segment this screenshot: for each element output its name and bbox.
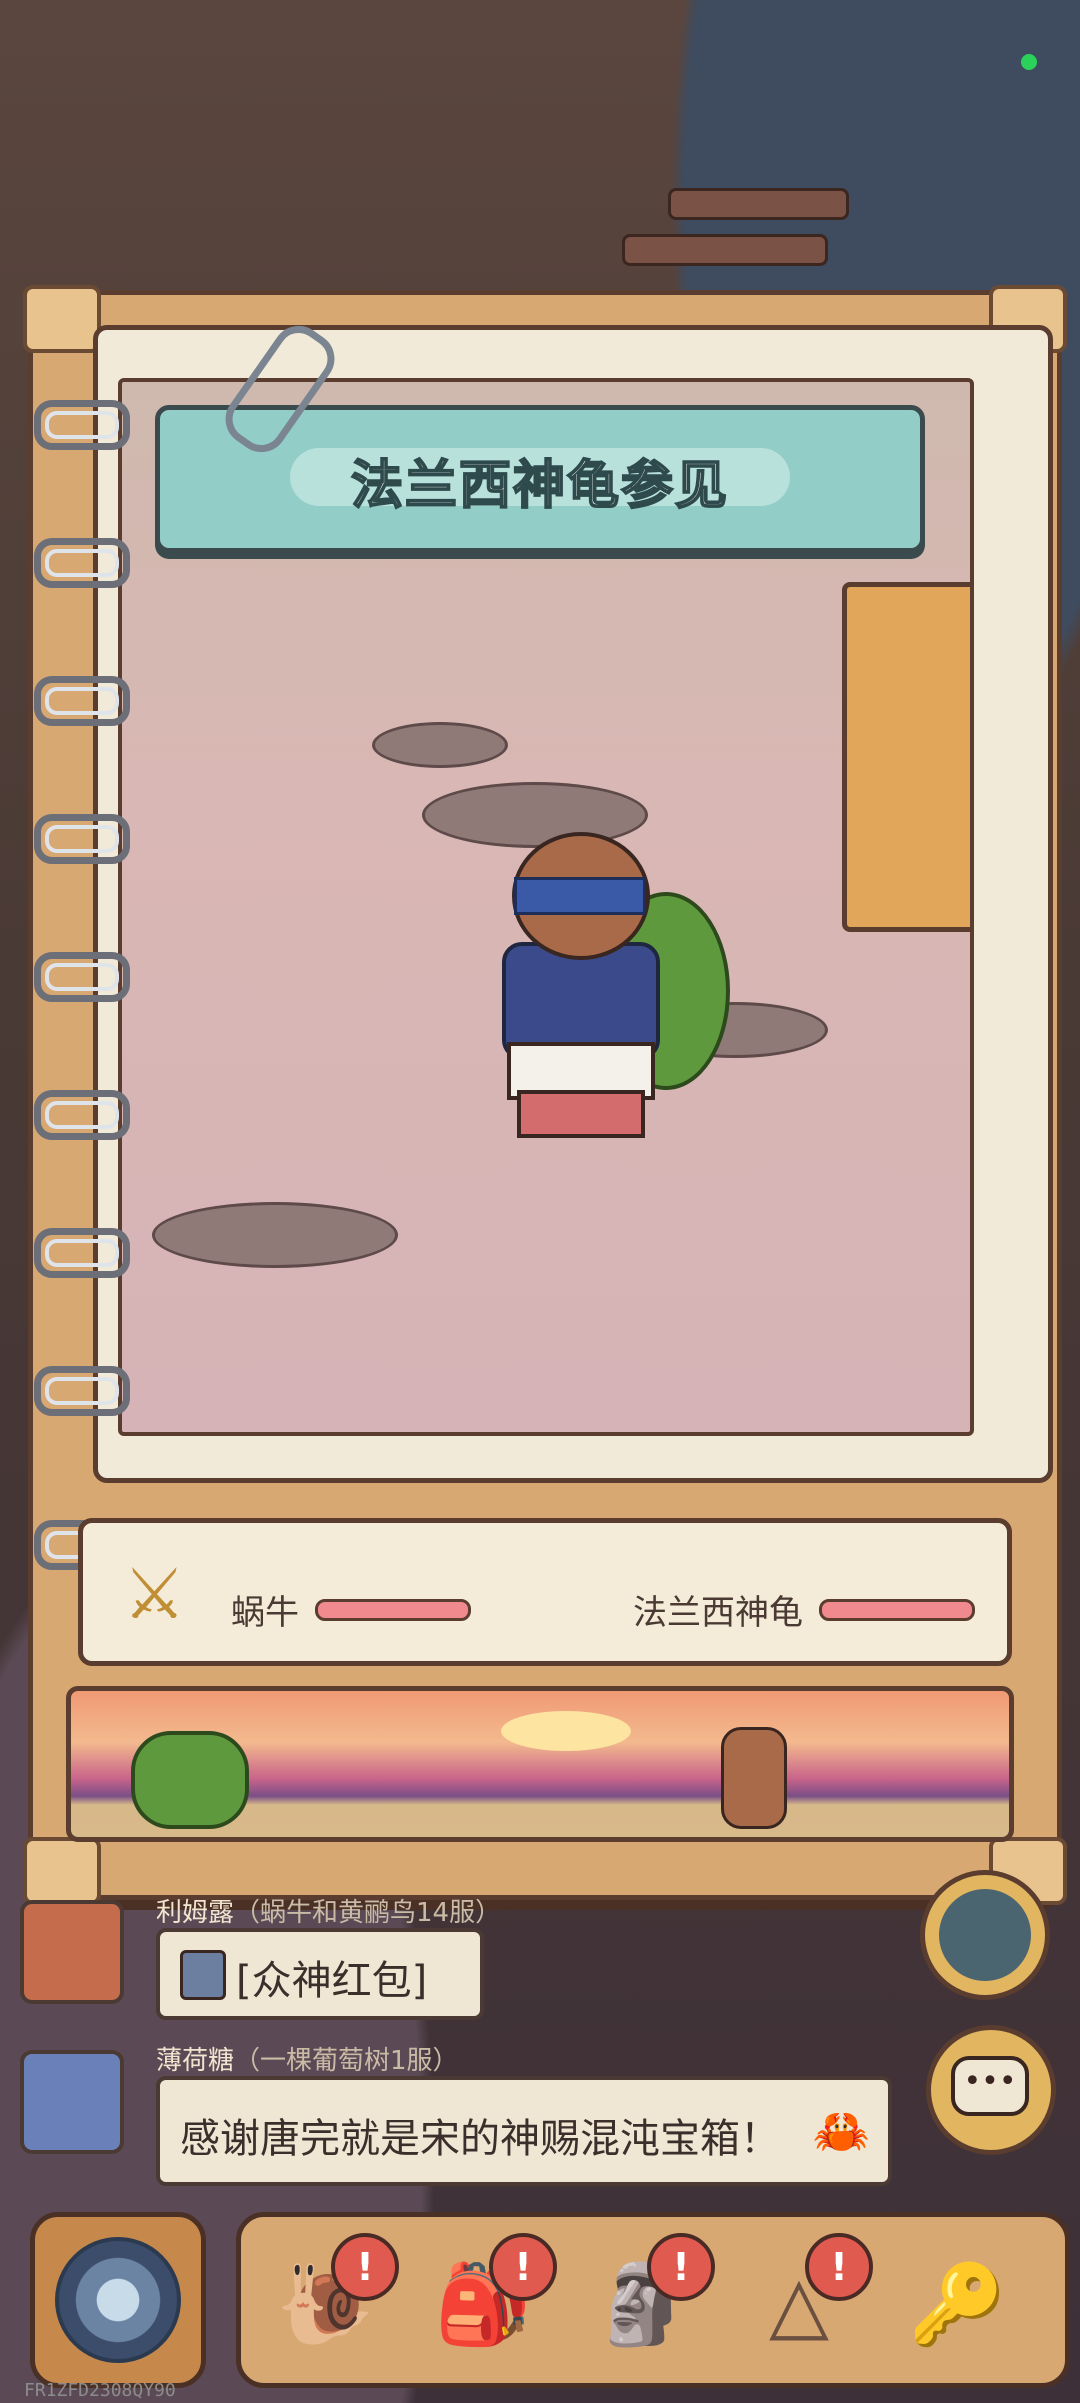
character-legs bbox=[517, 1090, 645, 1138]
binder-ring bbox=[34, 1090, 130, 1140]
device-id: FR1ZFD2308QY90 bbox=[24, 2380, 176, 2401]
french-turtle-character bbox=[452, 832, 730, 1138]
nav-tab-key-coin[interactable]: 🔑 bbox=[893, 2245, 1021, 2365]
vending-machine bbox=[842, 582, 970, 932]
notebook-corner bbox=[23, 285, 101, 353]
chat-sender-server: （一棵葡萄树1服） bbox=[234, 2046, 459, 2076]
binder-ring bbox=[34, 952, 130, 1002]
settings-round-icon bbox=[939, 1889, 1031, 1981]
battle-arena bbox=[66, 1686, 1014, 1842]
nav-tab-snail[interactable]: 🐌 ! bbox=[261, 2233, 399, 2365]
alert-badge: ! bbox=[647, 2233, 715, 2301]
chat-sender: 薄荷糖（一棵葡萄树1服） bbox=[156, 2040, 459, 2077]
chat-button[interactable]: ••• bbox=[926, 2025, 1056, 2155]
nav-tab-pyramid[interactable]: △ ! bbox=[735, 2233, 873, 2365]
crab-emoji-icon: 🦀 bbox=[812, 2104, 870, 2158]
left-hp-bar bbox=[315, 1599, 471, 1621]
alert-badge: ! bbox=[489, 2233, 557, 2301]
chat-message-text: [众神红包] bbox=[236, 1958, 428, 2004]
chat-sender-server: （蜗牛和黄鹂鸟14服） bbox=[234, 1898, 502, 1928]
binder-ring bbox=[34, 676, 130, 726]
wood-plank bbox=[622, 234, 828, 266]
nav-tab-backpack[interactable]: 🎒 ! bbox=[419, 2233, 557, 2365]
battle-status-bar: ⚔ 蜗牛 法兰西神龟 bbox=[78, 1518, 1012, 1666]
binder-ring bbox=[34, 1366, 130, 1416]
stone bbox=[372, 722, 508, 768]
bottom-nav-bar: 🐌 ! 🎒 ! 🗿 ! △ ! 🔑 bbox=[236, 2212, 1070, 2388]
key-coin-icon: 🔑 bbox=[908, 2259, 1006, 2350]
chat-message[interactable]: 感谢唐完就是宋的神赐混沌宝箱！ 🦀 bbox=[156, 2076, 892, 2186]
arena-sun bbox=[501, 1711, 631, 1751]
crossed-swords-icon: ⚔ bbox=[123, 1553, 186, 1635]
binder-ring bbox=[34, 538, 130, 588]
turtle-fighter bbox=[721, 1727, 787, 1829]
chat-sender: 利姆露（蜗牛和黄鹂鸟14服） bbox=[156, 1892, 501, 1929]
chat-message-text: 感谢唐完就是宋的神赐混沌宝箱！ bbox=[180, 2116, 780, 2162]
binder-ring bbox=[34, 1228, 130, 1278]
binder-ring bbox=[34, 400, 130, 450]
right-hp-bar bbox=[819, 1599, 975, 1621]
avatar[interactable] bbox=[20, 2050, 124, 2154]
alert-badge: ! bbox=[805, 2233, 873, 2301]
settings-round-button[interactable] bbox=[920, 1870, 1050, 2000]
stone bbox=[152, 1202, 398, 1268]
chat-sender-name: 利姆露 bbox=[156, 1898, 235, 1928]
alert-badge: ! bbox=[331, 2233, 399, 2301]
binder-ring bbox=[34, 814, 130, 864]
chat-sender-name: 薄荷糖 bbox=[156, 2046, 235, 2076]
character-mask bbox=[514, 877, 646, 915]
status-indicator bbox=[1021, 54, 1037, 70]
nav-tab-statue[interactable]: 🗿 ! bbox=[577, 2233, 715, 2365]
chat-bubble-icon: ••• bbox=[951, 2056, 1029, 2116]
wood-plank bbox=[668, 188, 849, 220]
red-packet-icon bbox=[180, 1950, 226, 2000]
avatar[interactable] bbox=[20, 1900, 124, 2004]
snail-fighter bbox=[131, 1731, 249, 1829]
home-portal-button[interactable] bbox=[30, 2212, 206, 2388]
chat-message[interactable]: [众神红包] bbox=[156, 1928, 484, 2020]
left-fighter-name: 蜗牛 bbox=[231, 1593, 299, 1633]
notebook-corner bbox=[23, 1837, 101, 1905]
right-fighter-name: 法兰西神龟 bbox=[633, 1593, 803, 1633]
banner-title: 法兰西神龟参见 bbox=[350, 455, 729, 517]
portal-swirl-icon bbox=[55, 2237, 181, 2363]
